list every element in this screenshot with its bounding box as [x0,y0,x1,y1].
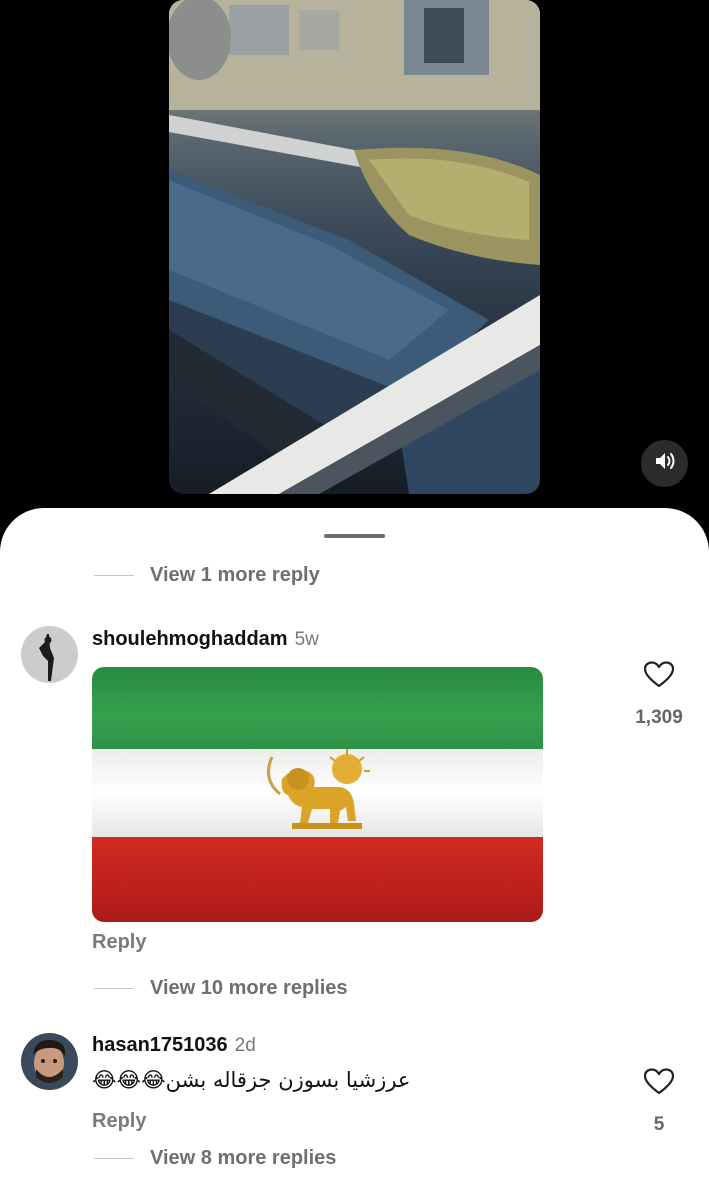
comment-header: shoulehmoghaddam 5w [92,628,319,651]
heart-icon[interactable] [643,1068,675,1100]
reply-button[interactable]: Reply [92,931,146,954]
flag-red-stripe [92,837,543,922]
heart-icon[interactable] [643,661,675,693]
avatar[interactable] [21,626,78,683]
avatar[interactable] [21,1033,78,1090]
video-frame[interactable] [169,0,540,494]
mute-toggle-button[interactable] [641,440,688,487]
view-more-replies-label: View 1 more reply [150,564,320,586]
sheet-grab-handle[interactable] [324,534,385,538]
comment-header: hasan1751036 2d [92,1034,256,1057]
like-count: 5 [653,1114,665,1135]
timestamp: 5w [294,629,319,650]
video-still-crowd [169,0,540,494]
like-count: 1,309 [635,707,683,728]
lion-and-sun-emblem [266,749,370,829]
reply-thread-line [94,1157,134,1160]
username[interactable]: hasan1751036 [92,1034,228,1057]
view-more-replies-label: View 8 more replies [150,1147,337,1169]
video-player[interactable] [0,0,709,520]
view-more-replies-button[interactable]: View 10 more replies [94,977,348,1000]
view-more-replies-button[interactable]: View 8 more replies [94,1147,336,1170]
reply-thread-line [94,987,134,990]
timestamp: 2d [234,1035,256,1056]
speaker-icon [654,451,676,476]
reply-thread-line [94,574,134,577]
reply-button[interactable]: Reply [92,1110,146,1133]
view-more-replies-button[interactable]: View 1 more reply [94,564,320,587]
like-control: 5 [629,1068,689,1136]
comments-sheet: View 1 more reply shoulehmoghaddam 5w Re… [0,508,709,1200]
comment-image-flag[interactable] [92,667,543,922]
like-control: 1,309 [629,661,689,729]
username[interactable]: shoulehmoghaddam [92,628,288,651]
view-more-replies-label: View 10 more replies [150,977,348,999]
comment-text: عرزشیا بسوزن جزقاله بشن😂😂😂 [92,1068,411,1092]
flag-green-stripe [92,667,543,749]
